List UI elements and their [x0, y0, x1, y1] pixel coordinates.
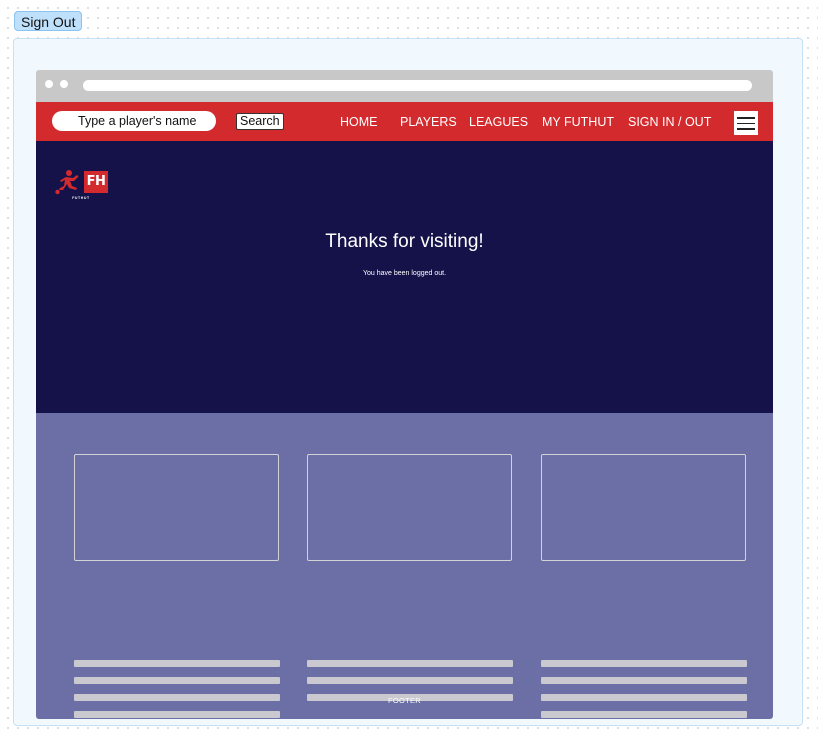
text-line-placeholder: [307, 677, 513, 684]
hero-title: Thanks for visiting!: [325, 231, 484, 252]
hero-subtitle: You have been logged out.: [362, 270, 447, 277]
nav-link-sign-in-out[interactable]: SIGN IN / OUT: [628, 114, 711, 130]
nav-link-my-futhut[interactable]: MY FUTHUT: [542, 114, 614, 130]
text-line-placeholder: [541, 711, 747, 718]
player-kick-icon: [55, 170, 79, 195]
futhut-logo[interactable]: FH FUTHUT: [52, 169, 112, 203]
hamburger-menu-icon[interactable]: [734, 111, 758, 135]
browser-chrome: [36, 70, 773, 102]
address-bar[interactable]: [83, 80, 752, 91]
window-dot-icon: [45, 80, 53, 88]
nav-link-home[interactable]: HOME: [340, 114, 378, 130]
image-placeholder: [541, 454, 746, 561]
text-line-placeholder: [307, 660, 513, 667]
nav-link-players[interactable]: PLAYERS: [400, 114, 457, 130]
player-search-input[interactable]: [52, 111, 216, 131]
nav-link-leagues[interactable]: LEAGUES: [469, 114, 528, 130]
logo-mark: FH: [84, 171, 108, 193]
browser-window: Search HOME PLAYERS LEAGUES MY FUTHUT SI…: [36, 70, 773, 719]
text-line-placeholder: [541, 677, 747, 684]
hero-section: FH FUTHUT Thanks for visiting! You have …: [36, 141, 773, 413]
footer-area: FOOTER: [36, 413, 773, 719]
search-button[interactable]: Search: [236, 113, 284, 130]
window-dot-icon: [60, 80, 68, 88]
text-line-placeholder: [74, 660, 280, 667]
image-placeholder: [74, 454, 279, 561]
frame-label[interactable]: Sign Out: [14, 11, 83, 31]
text-line-placeholder: [74, 711, 280, 718]
image-placeholder: [307, 454, 512, 561]
logo-caption: FUTHUT: [72, 196, 90, 200]
text-line-placeholder: [74, 677, 280, 684]
footer-label: FOOTER: [387, 696, 422, 705]
text-line-placeholder: [541, 660, 747, 667]
navbar: Search HOME PLAYERS LEAGUES MY FUTHUT SI…: [36, 102, 773, 141]
